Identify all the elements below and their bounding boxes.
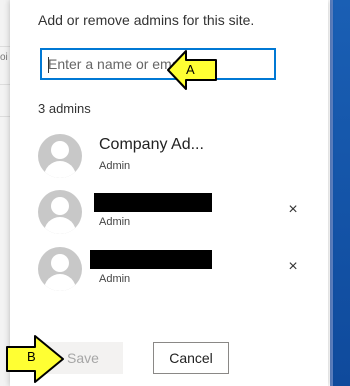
close-icon: × xyxy=(288,201,298,218)
cancel-button[interactable]: Cancel xyxy=(153,342,229,374)
person-icon-head xyxy=(51,197,69,215)
background-text-fragment: oi xyxy=(0,52,8,63)
search-field-container xyxy=(40,48,276,80)
people-search-input[interactable] xyxy=(42,50,274,78)
callout-a-arrow-icon: A xyxy=(166,48,218,90)
person-icon-body xyxy=(44,274,76,291)
panel-description: Add or remove admins for this site. xyxy=(38,12,255,28)
divider xyxy=(0,84,10,85)
redacted-admin-name xyxy=(94,193,212,212)
person-icon-body xyxy=(44,161,76,178)
admin-list-item: Admin × xyxy=(38,247,318,291)
avatar xyxy=(38,247,82,291)
divider xyxy=(0,46,10,47)
desktop-background xyxy=(330,0,350,386)
callout-b-label: B xyxy=(27,349,36,364)
admin-list-item: Admin × xyxy=(38,190,318,234)
callout-b-arrow-icon: B xyxy=(5,333,64,383)
divider xyxy=(0,116,10,117)
admin-list-item: Company Ad... Admin xyxy=(38,134,318,178)
redacted-admin-name xyxy=(90,250,212,269)
callout-a-label: A xyxy=(186,62,195,77)
admin-role: Admin xyxy=(99,273,131,285)
person-icon-body xyxy=(44,217,76,234)
person-icon-head xyxy=(51,141,69,159)
admin-role: Admin xyxy=(99,216,131,228)
text-caret xyxy=(48,57,49,73)
admins-count: 3 admins xyxy=(38,101,91,116)
close-icon: × xyxy=(288,258,298,275)
background-page: oi xyxy=(0,0,10,386)
remove-admin-button[interactable]: × xyxy=(284,201,302,219)
admin-role: Admin xyxy=(99,160,131,172)
desktop-edge xyxy=(330,0,333,386)
remove-admin-button[interactable]: × xyxy=(284,258,302,276)
avatar xyxy=(38,190,82,234)
admin-name: Company Ad... xyxy=(99,136,204,153)
avatar xyxy=(38,134,82,178)
person-icon-head xyxy=(51,254,69,272)
